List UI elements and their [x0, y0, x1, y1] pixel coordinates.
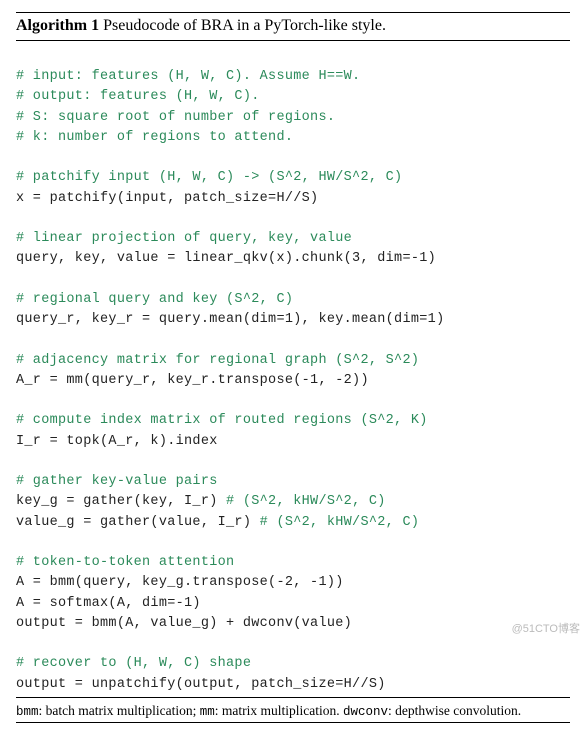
algorithm-footer: bmm: batch matrix multiplication; mm: ma… [16, 698, 570, 723]
algorithm-label: Algorithm 1 [16, 17, 99, 34]
comment: # recover to (H, W, C) shape [16, 656, 251, 671]
code-line: query, key, value = linear_qkv(x).chunk(… [16, 251, 436, 266]
code-line: value_g = gather(value, I_r) [16, 515, 260, 530]
comment: # regional query and key (S^2, C) [16, 292, 293, 307]
comment: # k: number of regions to attend. [16, 130, 293, 145]
term-bmm: bmm [16, 705, 39, 719]
comment: # gather key-value pairs [16, 474, 218, 489]
term-dwconv: dwconv [343, 705, 388, 719]
def-bmm: : batch matrix multiplication; [39, 703, 200, 718]
comment: # token-to-token attention [16, 555, 234, 570]
comment: # output: features (H, W, C). [16, 89, 260, 104]
comment: # patchify input (H, W, C) -> (S^2, HW/S… [16, 170, 402, 185]
def-dwconv: : depthwise convolution. [388, 703, 521, 718]
comment: # adjacency matrix for regional graph (S… [16, 353, 419, 368]
code-line: x = patchify(input, patch_size=H//S) [16, 191, 318, 206]
code-line: A_r = mm(query_r, key_r.transpose(-1, -2… [16, 373, 369, 388]
code-line: key_g = gather(key, I_r) [16, 494, 226, 509]
algorithm-title: Pseudocode of BRA in a PyTorch-like styl… [103, 17, 386, 34]
term-mm: mm [200, 705, 215, 719]
inline-comment: # (S^2, kHW/S^2, C) [226, 494, 386, 509]
comment: # compute index matrix of routed regions… [16, 413, 428, 428]
code-line: query_r, key_r = query.mean(dim=1), key.… [16, 312, 444, 327]
code-line: A = bmm(query, key_g.transpose(-2, -1)) [16, 575, 344, 590]
watermark: @51CTO博客 [512, 622, 580, 636]
comment: # linear projection of query, key, value [16, 231, 352, 246]
algorithm-header: Algorithm 1 Pseudocode of BRA in a PyTor… [16, 12, 570, 41]
code-line: output = unpatchify(output, patch_size=H… [16, 677, 386, 692]
def-mm: : matrix multiplication. [215, 703, 343, 718]
code-line: output = bmm(A, value_g) + dwconv(value) [16, 616, 352, 631]
inline-comment: # (S^2, kHW/S^2, C) [260, 515, 420, 530]
code-line: I_r = topk(A_r, k).index [16, 434, 218, 449]
code-block: # input: features (H, W, C). Assume H==W… [16, 41, 570, 698]
comment: # S: square root of number of regions. [16, 110, 335, 125]
comment: # input: features (H, W, C). Assume H==W… [16, 69, 360, 84]
code-line: A = softmax(A, dim=-1) [16, 596, 201, 611]
